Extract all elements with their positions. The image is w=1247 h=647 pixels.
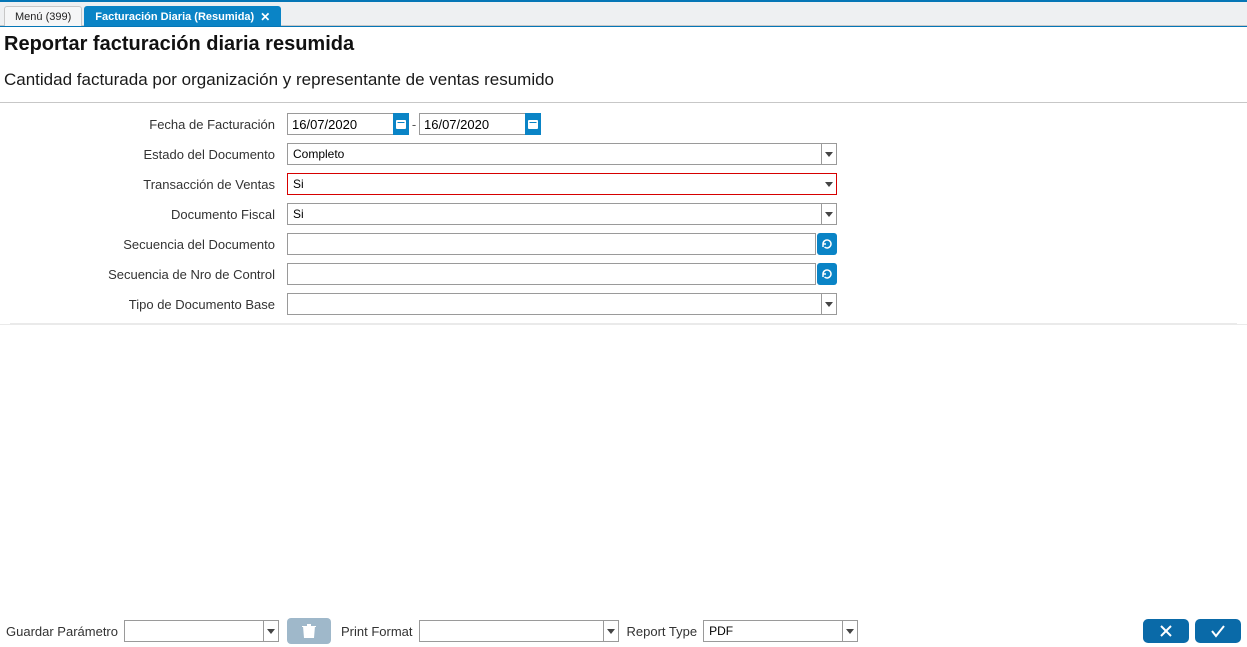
chevron-down-icon[interactable] — [821, 143, 837, 165]
tab-facturacion-diaria[interactable]: Facturación Diaria (Resumida) ✕ — [84, 6, 281, 26]
tab-facturacion-label: Facturación Diaria (Resumida) — [95, 11, 254, 23]
refresh-icon — [821, 268, 833, 280]
date-from-input[interactable] — [287, 113, 393, 135]
label-estado-documento: Estado del Documento — [10, 147, 287, 162]
label-print-format: Print Format — [341, 624, 413, 639]
label-secuencia-nro-control: Secuencia de Nro de Control — [10, 267, 287, 282]
chevron-down-icon[interactable] — [263, 620, 279, 642]
row-documento-fiscal: Documento Fiscal — [10, 203, 1237, 225]
tab-bar: Menú (399) Facturación Diaria (Resumida)… — [0, 2, 1247, 26]
close-icon[interactable]: ✕ — [260, 10, 270, 24]
footer-toolbar: Guardar Parámetro Print Format Report Ty… — [0, 615, 1247, 647]
guardar-parametro-input[interactable] — [124, 620, 263, 642]
check-icon — [1209, 623, 1227, 639]
row-tipo-documento-base: Tipo de Documento Base — [10, 293, 1237, 315]
secuencia-documento-input[interactable] — [287, 233, 816, 255]
chevron-down-icon[interactable] — [821, 203, 837, 225]
tab-menu[interactable]: Menú (399) — [4, 6, 82, 26]
requery-button[interactable] — [817, 233, 837, 255]
trash-icon — [302, 623, 316, 639]
label-fecha-facturacion: Fecha de Facturación — [10, 117, 287, 132]
tab-menu-label: Menú (399) — [15, 11, 71, 23]
date-from-wrap — [287, 113, 409, 135]
combo-estado-documento[interactable] — [287, 143, 837, 165]
calendar-icon[interactable] — [525, 113, 541, 135]
row-secuencia-nro-control: Secuencia de Nro de Control — [10, 263, 1237, 285]
cancel-button[interactable] — [1143, 619, 1189, 643]
confirm-button[interactable] — [1195, 619, 1241, 643]
date-range-dash: - — [409, 117, 419, 132]
lookup-secuencia-nro-control — [287, 263, 837, 285]
chevron-down-icon[interactable] — [821, 293, 837, 315]
page-title: Reportar facturación diaria resumida — [4, 33, 1243, 56]
label-report-type: Report Type — [627, 624, 698, 639]
row-transaccion-ventas: Transacción de Ventas — [10, 173, 1237, 195]
combo-transaccion-ventas[interactable] — [287, 173, 837, 195]
combo-tipo-documento-base[interactable] — [287, 293, 837, 315]
print-format-input[interactable] — [419, 620, 603, 642]
calendar-icon[interactable] — [393, 113, 409, 135]
label-documento-fiscal: Documento Fiscal — [10, 207, 287, 222]
tipo-documento-base-input[interactable] — [287, 293, 821, 315]
combo-documento-fiscal[interactable] — [287, 203, 837, 225]
combo-guardar-parametro[interactable] — [124, 620, 279, 642]
requery-button[interactable] — [817, 263, 837, 285]
delete-parameter-button[interactable] — [287, 618, 331, 644]
combo-report-type[interactable] — [703, 620, 858, 642]
lookup-secuencia-documento — [287, 233, 837, 255]
combo-print-format[interactable] — [419, 620, 619, 642]
report-header: Reportar facturación diaria resumida Can… — [0, 26, 1247, 96]
report-parameters-form: Fecha de Facturación - Estado del Docume… — [0, 103, 1247, 325]
date-to-input[interactable] — [419, 113, 525, 135]
chevron-down-icon[interactable] — [821, 173, 837, 195]
documento-fiscal-input[interactable] — [287, 203, 821, 225]
report-type-input[interactable] — [703, 620, 842, 642]
transaccion-ventas-input[interactable] — [287, 173, 821, 195]
refresh-icon — [821, 238, 833, 250]
form-trailer-line — [10, 323, 1237, 324]
row-secuencia-documento: Secuencia del Documento — [10, 233, 1237, 255]
date-to-wrap — [419, 113, 541, 135]
chevron-down-icon[interactable] — [842, 620, 858, 642]
row-fecha-facturacion: Fecha de Facturación - — [10, 113, 1237, 135]
label-guardar-parametro: Guardar Parámetro — [6, 624, 118, 639]
page-subtitle: Cantidad facturada por organización y re… — [4, 70, 1243, 90]
label-tipo-documento-base: Tipo de Documento Base — [10, 297, 287, 312]
label-secuencia-documento: Secuencia del Documento — [10, 237, 287, 252]
estado-documento-input[interactable] — [287, 143, 821, 165]
label-transaccion-ventas: Transacción de Ventas — [10, 177, 287, 192]
chevron-down-icon[interactable] — [603, 620, 619, 642]
close-icon — [1158, 623, 1174, 639]
secuencia-nro-control-input[interactable] — [287, 263, 816, 285]
row-estado-documento: Estado del Documento — [10, 143, 1237, 165]
